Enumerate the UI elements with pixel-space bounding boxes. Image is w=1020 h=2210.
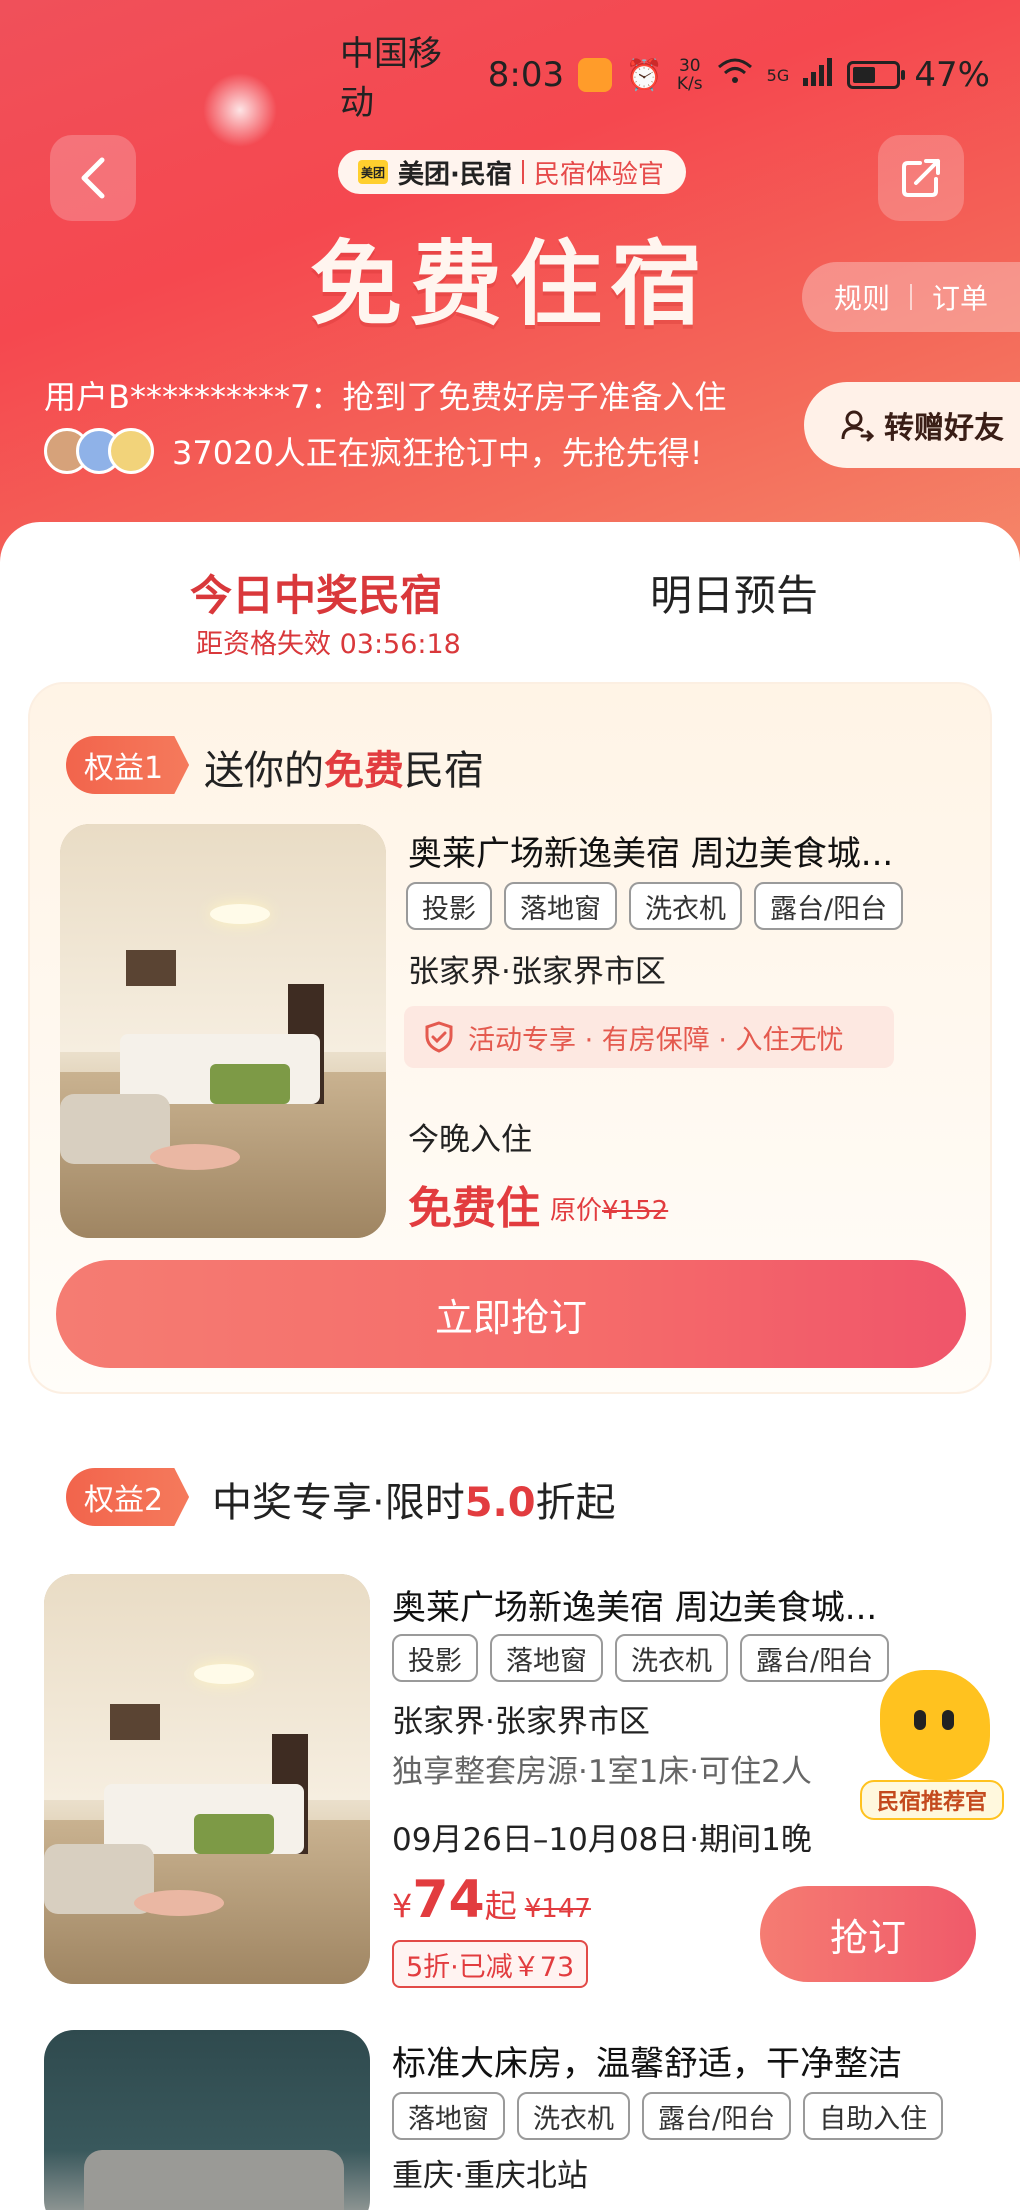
amenity-tag: 落地窗 bbox=[504, 882, 617, 930]
chevron-left-icon bbox=[81, 157, 105, 199]
online-count-row: 37020人正在疯狂抢订中，先抢先得! bbox=[44, 428, 703, 474]
carrier-label: 中国移动 bbox=[340, 34, 442, 123]
amenity-tags: 投影 落地窗 洗衣机 露台/阳台 bbox=[392, 1634, 890, 1682]
wifi-icon bbox=[717, 57, 753, 93]
brand-divider bbox=[521, 160, 524, 184]
battery-percent: 47% bbox=[914, 55, 990, 95]
amenity-tag: 洗衣机 bbox=[517, 2092, 630, 2140]
room-info: 独享整套房源·1室1床·可住2人 bbox=[392, 1754, 812, 1790]
room-photo[interactable] bbox=[44, 2030, 370, 2210]
amenity-tag: 露台/阳台 bbox=[642, 2092, 792, 2140]
free-price: 免费住 bbox=[408, 1183, 540, 1234]
original-price-label: 原价 bbox=[550, 1196, 603, 1226]
grab-button[interactable]: 抢订 bbox=[760, 1886, 976, 1982]
recommender-mascot[interactable]: 民宿推荐官 bbox=[860, 1670, 1004, 1820]
winner-ticker: 用户B**********7：抢到了免费好房子准备入住 bbox=[44, 378, 727, 416]
battery-icon bbox=[847, 61, 906, 89]
amenity-tags: 落地窗 洗衣机 露台/阳台 自助入住 bbox=[392, 2092, 944, 2140]
perk1-title-pre: 送你的 bbox=[204, 748, 324, 794]
divider bbox=[910, 284, 912, 310]
brand-pill: 美团 美团·民宿 民宿体验官 bbox=[338, 150, 686, 194]
stay-dates: 09月26日–10月08日·期间1晚 bbox=[392, 1822, 812, 1858]
original-price-value: ¥152 bbox=[602, 1196, 669, 1226]
amenity-tag: 投影 bbox=[406, 882, 492, 930]
user-transfer-icon bbox=[841, 410, 874, 442]
perk1-title-post: 民宿 bbox=[404, 748, 484, 794]
share-button[interactable] bbox=[878, 135, 964, 221]
amenity-tags: 投影 落地窗 洗衣机 露台/阳台 bbox=[406, 882, 904, 930]
book-now-button[interactable]: 立即抢订 bbox=[56, 1260, 966, 1368]
amenity-tag: 自助入住 bbox=[803, 2092, 944, 2140]
perk1-tag: 权益1 bbox=[66, 736, 190, 794]
gift-button-label: 转赠好友 bbox=[884, 411, 1004, 446]
discount-badge: 5折·已减￥73 bbox=[392, 1940, 589, 1988]
amenity-tag: 落地窗 bbox=[392, 2092, 505, 2140]
sparkle-decoration bbox=[200, 70, 280, 150]
checkin-label: 今晚入住 bbox=[408, 1122, 532, 1158]
tab-today-winners[interactable]: 今日中奖民宿 bbox=[190, 562, 442, 623]
brand-name: 美团·民宿 bbox=[398, 159, 512, 190]
back-button[interactable] bbox=[50, 135, 136, 221]
mascot-icon bbox=[880, 1670, 990, 1780]
sale-price: ¥74起 ¥147 bbox=[392, 1870, 591, 1930]
online-count-text: 37020人正在疯狂抢订中，先抢先得! bbox=[172, 434, 703, 472]
app-notification-icon bbox=[578, 58, 612, 92]
amenity-tag: 投影 bbox=[392, 1634, 478, 1682]
rules-link[interactable]: 规则 bbox=[834, 277, 890, 317]
amenity-tag: 落地窗 bbox=[490, 1634, 603, 1682]
hotel-name[interactable]: 奥莱广场新逸美宿 周边美食城... bbox=[392, 1580, 877, 1629]
tab-tomorrow-preview[interactable]: 明日预告 bbox=[650, 562, 818, 623]
hotel-location: 张家界·张家界市区 bbox=[408, 954, 666, 990]
avatar-group bbox=[44, 428, 154, 474]
rules-orders-tabs: 规则 订单 bbox=[802, 262, 1020, 332]
price-suffix: 起 bbox=[484, 1887, 517, 1925]
alarm-icon: ⏰ bbox=[625, 57, 663, 93]
perk2-title-pre: 中奖专享·限时 bbox=[212, 1480, 465, 1526]
room-photo[interactable] bbox=[44, 1574, 370, 1984]
network-speed: 30 K/s bbox=[677, 57, 703, 93]
status-bar: 中国移动 8:03 ⏰ 30 K/s 5G 47% bbox=[340, 34, 990, 123]
price-value: 74 bbox=[412, 1870, 485, 1930]
hotel-location: 张家界·张家界市区 bbox=[392, 1704, 650, 1740]
share-icon bbox=[902, 159, 940, 197]
perk2-title: 中奖专享·限时5.0折起 bbox=[212, 1470, 616, 1528]
perk1-title-highlight: 免费 bbox=[324, 748, 404, 794]
perk2-title-post: 折起 bbox=[535, 1480, 616, 1526]
amenity-tag: 洗衣机 bbox=[615, 1634, 728, 1682]
guarantee-banner: 活动专享 · 有房保障 · 入住无忧 bbox=[404, 1006, 894, 1068]
gift-to-friend-button[interactable]: 转赠好友 bbox=[804, 382, 1020, 468]
clock: 8:03 bbox=[487, 55, 565, 95]
signal-icon bbox=[803, 55, 833, 95]
room-photo[interactable] bbox=[60, 824, 386, 1238]
brand-subtitle: 民宿体验官 bbox=[533, 159, 664, 190]
original-price: 原价¥152 bbox=[550, 1190, 668, 1227]
amenity-tag: 洗衣机 bbox=[629, 882, 742, 930]
orders-link[interactable]: 订单 bbox=[932, 277, 988, 317]
guarantee-text: 活动专享 · 有房保障 · 入住无忧 bbox=[468, 1024, 844, 1056]
perk2-tag: 权益2 bbox=[66, 1468, 190, 1526]
hotel-name[interactable]: 标准大床房，温馨舒适，干净整洁 bbox=[392, 2036, 902, 2085]
amenity-tag: 露台/阳台 bbox=[754, 882, 904, 930]
hotel-location: 重庆·重庆北站 bbox=[392, 2158, 588, 2194]
signal-label: 5G bbox=[766, 65, 790, 85]
hotel-name[interactable]: 奥莱广场新逸美宿 周边美食城... bbox=[408, 826, 893, 875]
shield-check-icon bbox=[425, 1021, 453, 1053]
network-speed-value: 30 bbox=[678, 56, 701, 76]
was-price: ¥147 bbox=[524, 1894, 591, 1924]
mascot-label: 民宿推荐官 bbox=[860, 1780, 1004, 1820]
network-speed-unit: K/s bbox=[676, 74, 703, 94]
qualification-countdown: 距资格失效 03:56:18 bbox=[196, 629, 461, 660]
avatar bbox=[108, 428, 154, 474]
meituan-logo-icon: 美团 bbox=[358, 160, 388, 184]
perk1-title: 送你的免费民宿 bbox=[204, 738, 484, 796]
price-symbol: ¥ bbox=[392, 1887, 413, 1925]
perk2-title-highlight: 5.0 bbox=[464, 1480, 536, 1526]
